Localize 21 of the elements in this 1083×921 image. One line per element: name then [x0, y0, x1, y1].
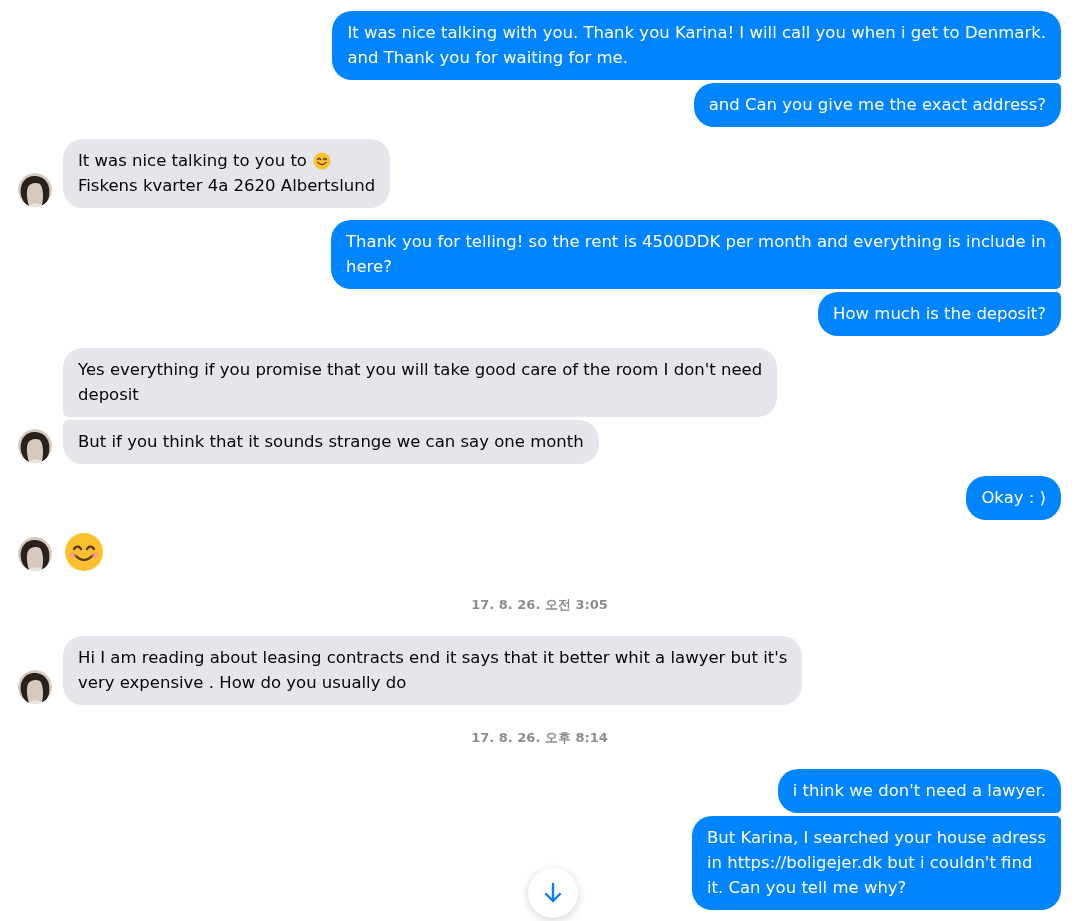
smiling-face-icon	[312, 151, 331, 170]
message-text: Yes everything if you promise that you will take good care of the room I don't need deposit	[78, 360, 763, 404]
avatar[interactable]	[18, 429, 52, 463]
message-text: But if you think that it sounds strange we can say one month	[78, 432, 584, 451]
avatar[interactable]	[18, 670, 52, 704]
timestamp: 17. 8. 26. 오전 3:05	[471, 596, 608, 614]
smiling-face-icon	[64, 532, 104, 572]
message-text: Fiskens kvarter 4a 2620 Albertslund	[78, 175, 376, 197]
message-text: How much is the deposit?	[833, 304, 1046, 323]
message-text: and Can you give me the exact address?	[708, 95, 1046, 114]
timestamp: 17. 8. 26. 오후 8:14	[471, 729, 608, 747]
message-text: Okay : )	[981, 488, 1046, 507]
message-text: It was nice talking with you. Thank you Karina! I will call you when i get to Denmark. and Thank you for waiting for me.	[347, 23, 1046, 67]
scroll-down-button[interactable]	[528, 868, 578, 918]
message-text: Thank you for telling! so the rent is 4500DDK per month and everything is include in here?	[346, 232, 1046, 276]
avatar[interactable]	[18, 173, 52, 207]
message-text: But Karina, I searched your house adress in https://boligejer.dk but i couldn't find it. Can you tell me why?	[706, 828, 1046, 897]
message-text: It was nice talking to you to	[78, 150, 307, 172]
avatar[interactable]	[18, 537, 52, 571]
message-text: Hi I am reading about leasing contracts end it says that it better whit a lawyer but it's very expensive . How do you usually do	[78, 648, 788, 692]
message-text: i think we don't need a lawyer.	[792, 781, 1046, 800]
